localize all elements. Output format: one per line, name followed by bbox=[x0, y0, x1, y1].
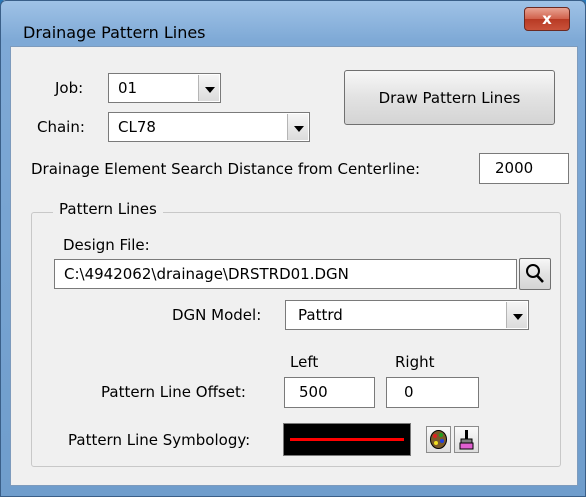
paintbrush-icon bbox=[459, 430, 474, 450]
close-icon: x bbox=[542, 10, 552, 28]
offset-right-value: 0 bbox=[404, 383, 414, 401]
dgn-model-select[interactable]: Pattrd bbox=[285, 300, 529, 330]
offset-right-input[interactable]: 0 bbox=[386, 377, 479, 408]
chevron-down-icon[interactable] bbox=[198, 75, 219, 101]
search-distance-input[interactable]: 2000 bbox=[479, 153, 569, 184]
chain-select-value: CL78 bbox=[118, 118, 156, 136]
symbology-label: Pattern Line Symbology: bbox=[68, 431, 251, 449]
search-distance-label: Drainage Element Search Distance from Ce… bbox=[31, 160, 421, 178]
design-file-input[interactable]: C:\4942062\drainage\DRSTRD01.DGN bbox=[54, 259, 517, 289]
symbology-color-button[interactable] bbox=[426, 426, 451, 453]
dgn-model-value: Pattrd bbox=[298, 306, 343, 324]
symbology-preview[interactable] bbox=[283, 423, 411, 456]
close-button[interactable]: x bbox=[524, 7, 570, 31]
offset-right-header: Right bbox=[395, 353, 435, 371]
browse-button[interactable] bbox=[519, 258, 551, 290]
chevron-down-icon[interactable] bbox=[506, 302, 527, 328]
design-file-value: C:\4942062\drainage\DRSTRD01.DGN bbox=[64, 265, 349, 283]
chevron-down-icon[interactable] bbox=[287, 114, 308, 140]
draw-pattern-lines-button[interactable]: Draw Pattern Lines bbox=[344, 70, 555, 125]
search-icon bbox=[526, 264, 544, 283]
search-distance-value: 2000 bbox=[495, 159, 534, 177]
job-select-value: 01 bbox=[118, 79, 138, 97]
palette-icon bbox=[430, 430, 447, 449]
offset-left-header: Left bbox=[290, 353, 319, 371]
chain-select[interactable]: CL78 bbox=[108, 112, 310, 142]
offset-label: Pattern Line Offset: bbox=[101, 383, 246, 401]
chain-label: Chain: bbox=[37, 118, 85, 136]
symbology-line bbox=[290, 438, 404, 441]
symbology-style-button[interactable] bbox=[454, 426, 479, 453]
title-bar[interactable]: Drainage Pattern Lines x bbox=[1, 1, 585, 42]
pattern-lines-legend: Pattern Lines bbox=[53, 200, 163, 218]
draw-pattern-lines-label: Draw Pattern Lines bbox=[378, 89, 521, 107]
design-file-label: Design File: bbox=[63, 236, 150, 254]
job-select[interactable]: 01 bbox=[108, 73, 221, 103]
offset-left-input[interactable]: 500 bbox=[284, 377, 375, 408]
job-label: Job: bbox=[55, 79, 84, 97]
dgn-model-label: DGN Model: bbox=[172, 306, 262, 324]
window-title: Drainage Pattern Lines bbox=[23, 23, 206, 42]
offset-left-value: 500 bbox=[299, 383, 328, 401]
